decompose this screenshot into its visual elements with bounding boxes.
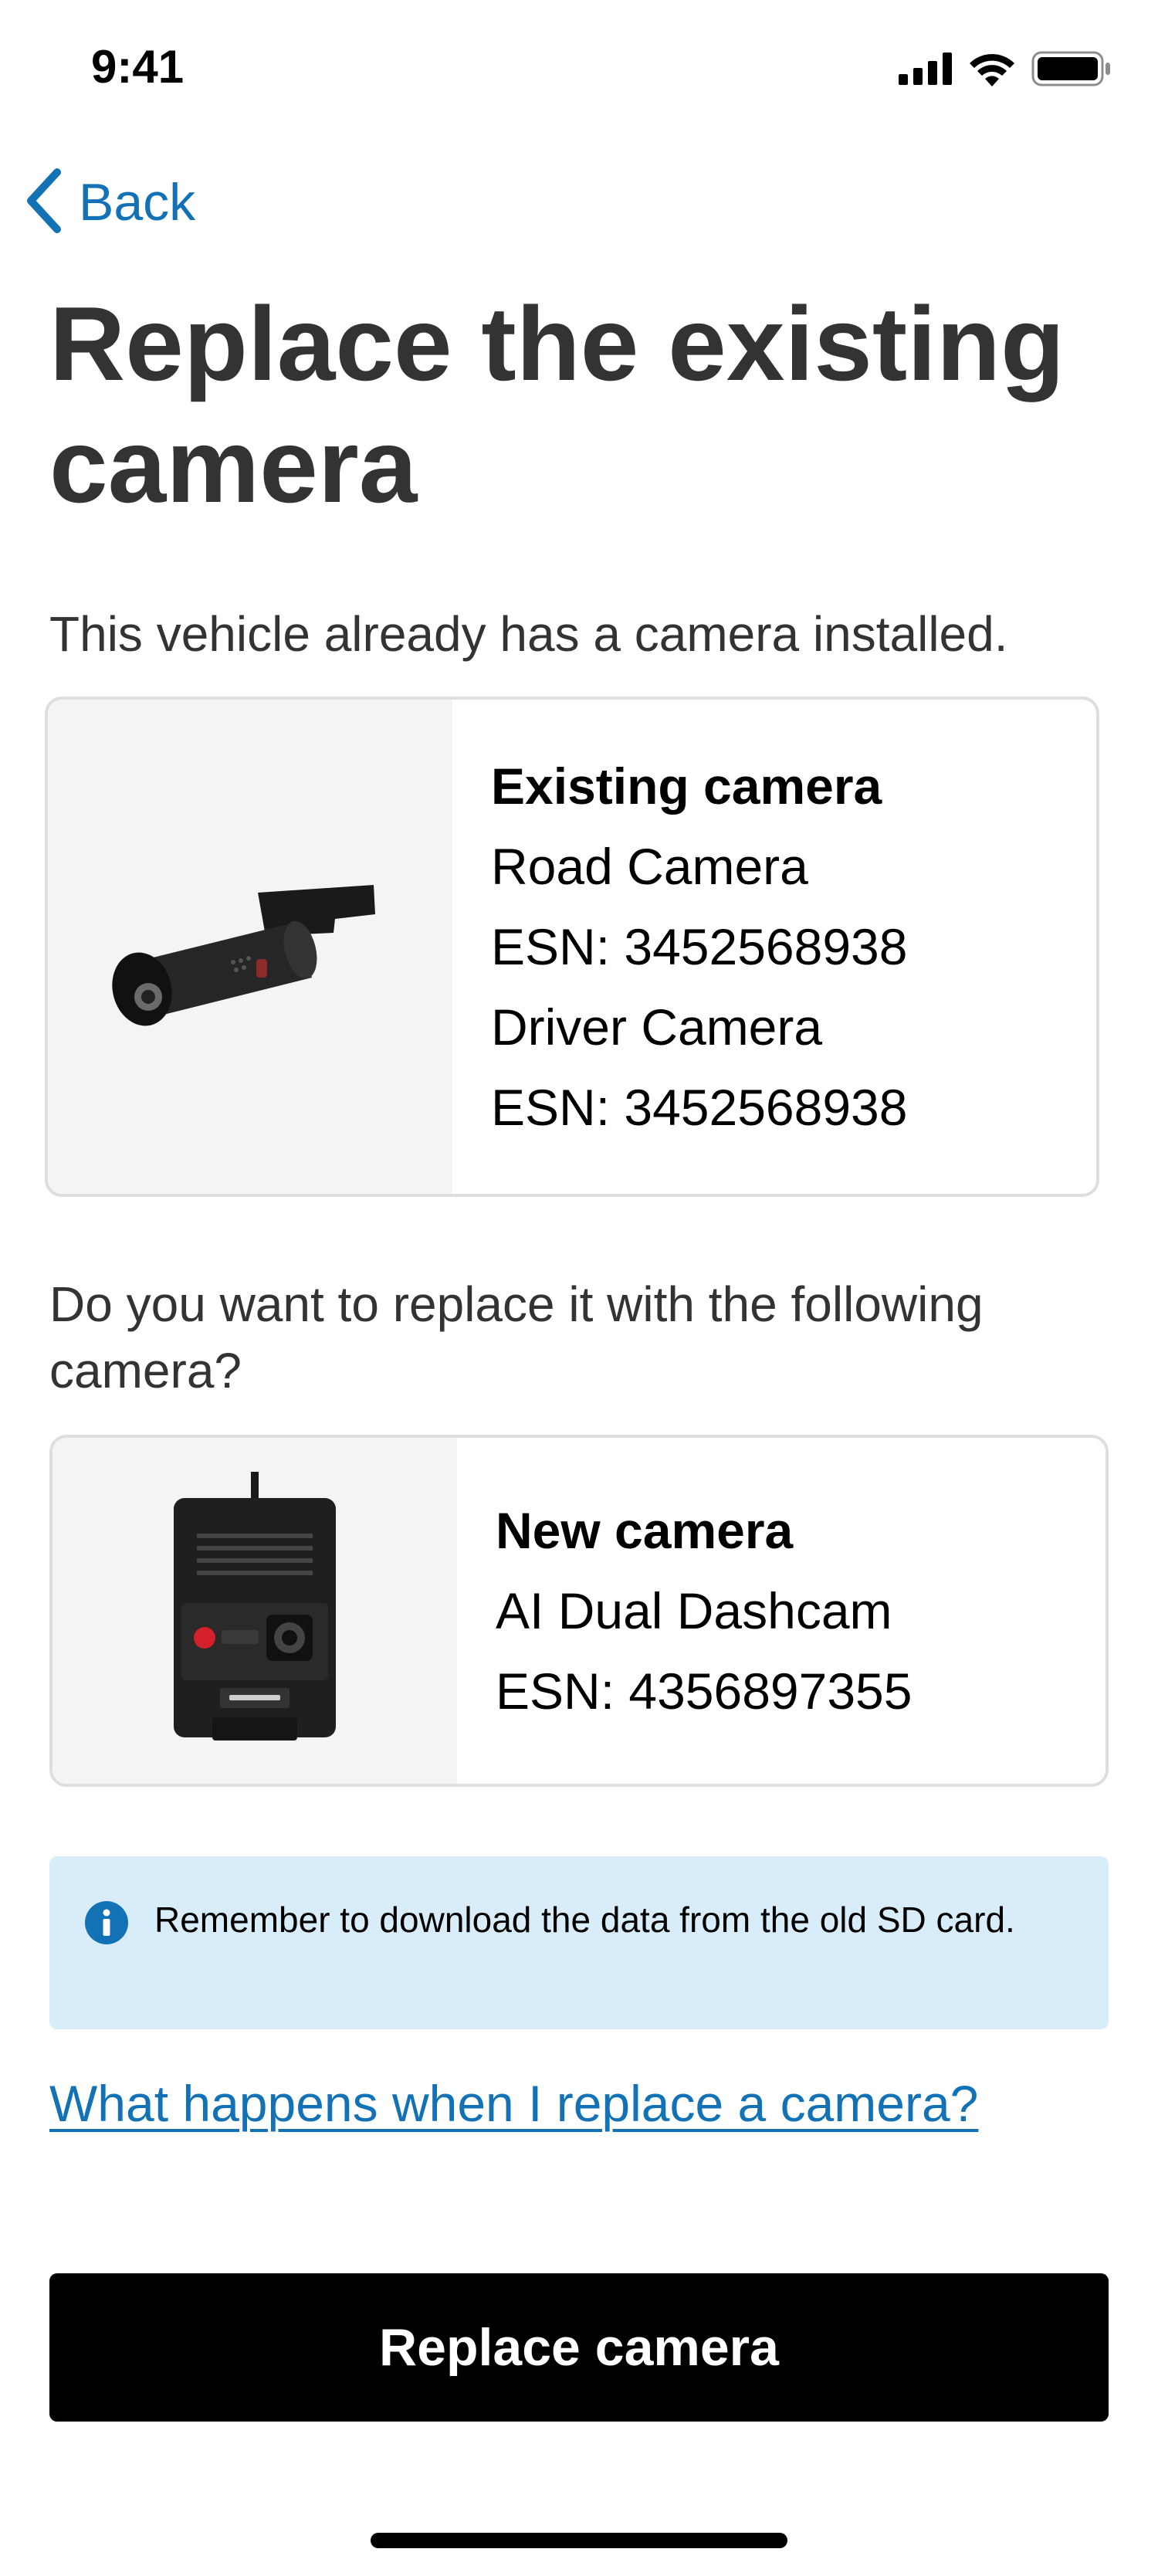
new-camera-heading: New camera (496, 1502, 794, 1559)
existing-road-camera-esn: ESN: 3452568938 (491, 918, 908, 975)
existing-camera-heading: Existing camera (491, 758, 882, 815)
new-camera-details: New camera AI Dual Dashcam ESN: 43568973… (457, 1438, 912, 1784)
existing-driver-camera-esn: ESN: 3452568938 (491, 1079, 908, 1136)
new-camera-image (52, 1438, 457, 1784)
intro-text: This vehicle already has a camera instal… (49, 606, 1008, 662)
replace-camera-help-link[interactable]: What happens when I replace a camera? (49, 2074, 978, 2133)
status-bar: 9:41 (0, 0, 1158, 139)
battery-icon (1031, 51, 1112, 90)
status-time: 9:41 (91, 41, 185, 93)
wifi-icon (968, 51, 1016, 90)
back-label: Back (79, 173, 196, 232)
chevron-left-icon (23, 168, 65, 238)
back-button[interactable]: Back (23, 164, 195, 241)
existing-camera-card: Existing camera Road Camera ESN: 3452568… (45, 697, 1099, 1197)
existing-camera-image (48, 700, 452, 1194)
replace-question: Do you want to replace it with the follo… (49, 1276, 984, 1398)
info-banner-text: Remember to download the data from the o… (154, 1900, 1015, 1940)
sd-card-info-banner: Remember to download the data from the o… (49, 1856, 1109, 2029)
existing-driver-camera-label: Driver Camera (491, 998, 823, 1056)
replace-camera-button[interactable]: Replace camera (49, 2273, 1109, 2422)
new-camera-esn: ESN: 4356897355 (496, 1663, 913, 1720)
status-icons (899, 51, 1112, 90)
new-camera-card: New camera AI Dual Dashcam ESN: 43568973… (49, 1435, 1109, 1787)
new-camera-model: AI Dual Dashcam (496, 1582, 892, 1639)
existing-road-camera-label: Road Camera (491, 838, 808, 895)
existing-camera-details: Existing camera Road Camera ESN: 3452568… (452, 700, 907, 1194)
page-title: Replace the existing camera (49, 285, 1065, 524)
cellular-signal-icon (899, 53, 953, 89)
info-icon (83, 1900, 130, 1950)
home-indicator (371, 2533, 787, 2548)
replace-camera-screen: 9:41 Back Replace the existing camera Th… (0, 0, 1158, 2576)
